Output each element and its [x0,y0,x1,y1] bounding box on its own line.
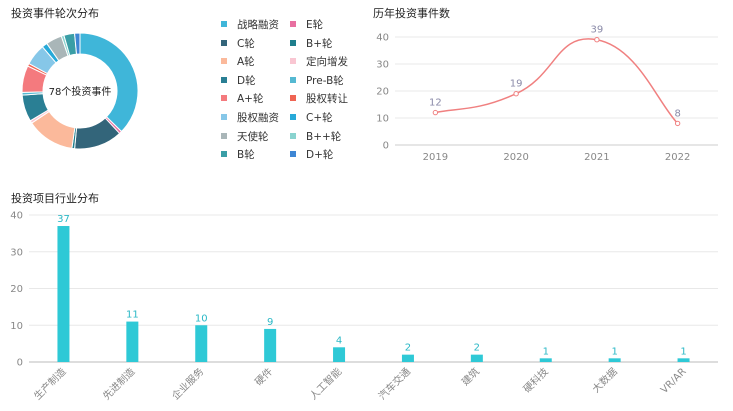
line-point[interactable] [594,37,600,43]
bar-data-label: 11 [126,310,139,321]
x-tick-label: 大数据 [589,365,619,395]
bar-data-label: 2 [405,343,411,354]
bar[interactable] [195,325,208,362]
y-tick-label: 10 [10,321,23,332]
y-tick-label: 20 [376,87,389,98]
x-tick-label: 硬件 [253,366,276,389]
bar-data-label: 10 [195,313,208,324]
y-tick-label: 20 [10,284,23,295]
line-data-label: 8 [674,108,680,119]
bar[interactable] [333,347,346,362]
bar-data-label: 2 [474,343,480,354]
line-point[interactable] [674,120,681,127]
bar[interactable] [677,358,690,362]
x-tick-label: 人工智能 [307,365,344,402]
bar-data-label: 9 [267,317,273,328]
bar-data-label: 1 [611,346,617,357]
bar[interactable] [126,321,139,362]
y-tick-label: 0 [17,358,23,369]
x-tick-label: 企业服务 [169,365,206,402]
bar-chart-title: 投资项目行业分布 [11,192,99,205]
y-tick-label: 0 [383,141,389,152]
y-tick-label: 10 [376,114,389,125]
bar-data-label: 1 [543,346,549,357]
line-series [435,38,679,124]
x-tick-label: 2022 [665,152,690,163]
x-tick-label: 先进制造 [100,365,137,402]
line-data-label: 19 [510,79,523,90]
y-tick-label: 30 [376,60,389,71]
line-chart: 0 10 20 30 40 2019 2020 2021 2022 12 19 39 8 [376,25,718,163]
y-tick-label: 40 [10,211,23,222]
x-tick-label: 2021 [584,152,609,163]
bar[interactable] [608,358,621,362]
bar[interactable] [470,354,483,362]
bar[interactable] [264,328,277,362]
y-tick-label: 40 [376,33,389,44]
bar[interactable] [57,226,70,362]
x-tick-label: 汽车交通 [376,365,413,402]
x-tick-label: VR/AR [659,366,689,396]
x-tick-label: 2020 [503,152,528,163]
bar-data-label: 1 [680,346,686,357]
x-tick-label: 建筑 [459,365,482,388]
bar[interactable] [401,354,414,362]
line-data-label: 39 [591,25,604,36]
x-tick-label: 2019 [423,152,448,163]
bar[interactable] [539,358,552,362]
line-point[interactable] [432,109,439,116]
x-tick-label: 硬科技 [520,365,550,395]
x-tick-label: 生产制造 [31,365,68,402]
line-point[interactable] [513,91,519,97]
y-tick-label: 30 [10,247,23,258]
line-data-label: 12 [429,98,442,109]
bar-data-label: 37 [57,214,70,225]
bar-data-label: 4 [336,335,342,346]
